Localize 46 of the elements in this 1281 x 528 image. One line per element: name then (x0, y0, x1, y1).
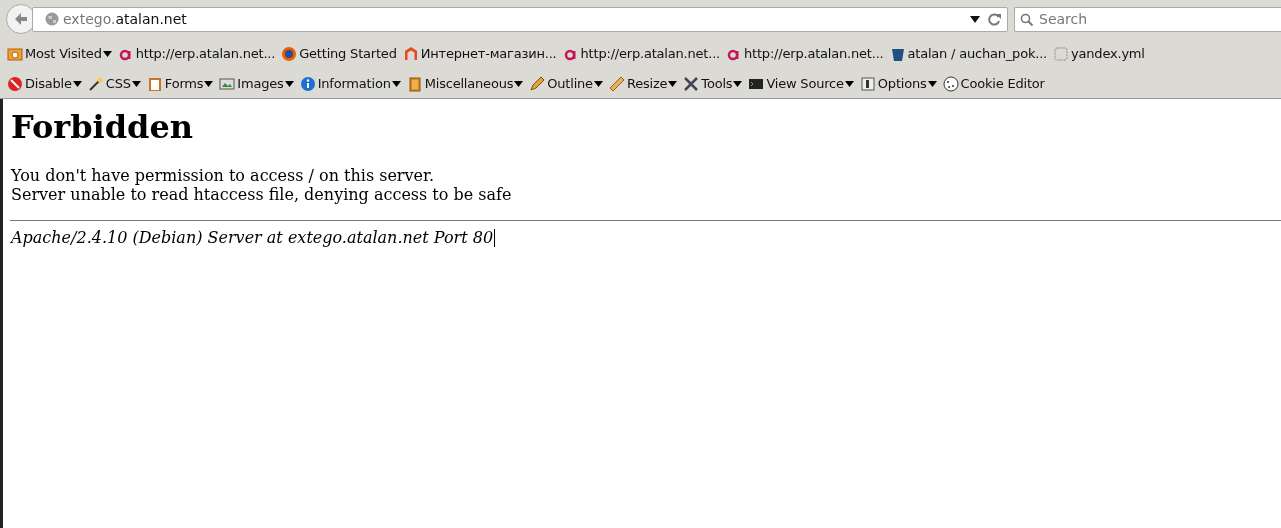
no-entry-icon (7, 75, 23, 92)
url-text: extego.atalan.net (63, 9, 187, 29)
folder-icon (7, 46, 23, 62)
toolbar-menu[interactable]: Resize (606, 72, 680, 95)
address-field[interactable]: extego.atalan.net (32, 6, 1008, 32)
toolbar-menu[interactable]: Images (217, 72, 296, 95)
toolbar-menu[interactable]: Tools (681, 72, 745, 95)
server-signature: Apache/2.4.10 (Debian) Server at extego.atalan.net Port 80 (11, 228, 496, 247)
switch-icon (859, 75, 876, 92)
blank-page-icon (1053, 46, 1070, 62)
info-icon (299, 75, 316, 92)
error-message: You don't have permission to access / on this server. Server unable to read htaccess file, denying access to be safe (11, 166, 512, 204)
cookie-icon (942, 75, 959, 92)
bookmark-folder[interactable]: Most Visited (5, 43, 114, 65)
search-icon (1020, 12, 1034, 27)
toolbar-menu[interactable]: Forms (144, 72, 216, 95)
clipboard-icon (146, 75, 163, 92)
toolbar-menu[interactable]: Outline (527, 72, 605, 95)
bookmark-item[interactable]: Интернет-магазин... (400, 43, 559, 65)
toolbar-menu[interactable]: Information (297, 72, 403, 95)
toolbar-menu[interactable]: Options (857, 72, 939, 95)
wand-icon (87, 75, 104, 92)
toolbar-menu[interactable]: CSS (85, 72, 143, 95)
reload-icon[interactable] (988, 12, 1001, 26)
book-icon (406, 75, 423, 92)
search-field[interactable]: Search (1014, 6, 1281, 32)
page-heading: Forbidden (11, 108, 194, 146)
dropdown-icon[interactable] (970, 15, 980, 23)
toolbar-menu[interactable]: View Source (746, 72, 856, 95)
globe-icon (45, 12, 59, 26)
toolbar-menu[interactable]: Disable (5, 72, 84, 95)
back-arrow-icon (14, 12, 28, 26)
bookmark-item[interactable]: atalan / auchan_pok... (887, 43, 1050, 65)
bookmark-item[interactable]: yandex.yml (1051, 43, 1147, 65)
bucket-icon (889, 46, 906, 62)
image-icon (219, 75, 236, 92)
bookmark-item[interactable]: http://erp.atalan.net... (560, 43, 723, 65)
toolbar-button[interactable]: Cookie Editor (940, 72, 1047, 95)
toolbar-menu[interactable]: Miscellaneous (404, 72, 526, 95)
pencil-icon (529, 75, 546, 92)
bookmark-item[interactable]: Getting Started (279, 43, 399, 65)
logo-icon (402, 46, 419, 62)
bookmark-item[interactable]: http://erp.atalan.net... (115, 43, 278, 65)
globe-icon (281, 46, 298, 62)
ruler-icon (608, 75, 625, 92)
bookmark-item[interactable]: http://erp.atalan.net... (724, 43, 886, 65)
